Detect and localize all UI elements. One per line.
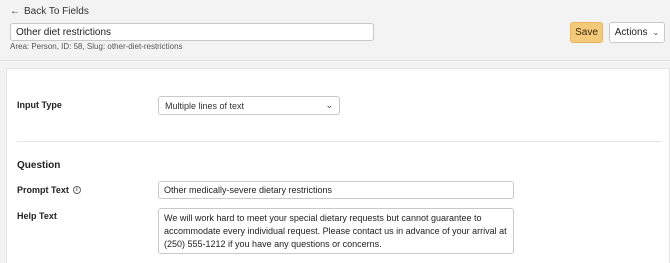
info-icon[interactable]: i xyxy=(72,186,81,194)
help-text-label: Help Text xyxy=(17,211,57,221)
save-button[interactable]: Save xyxy=(570,22,603,43)
field-settings-card: Input Type Multiple lines of text ⌄ Ques… xyxy=(6,68,670,263)
input-type-value: Multiple lines of text xyxy=(165,100,245,111)
help-text-label-text: Help Text xyxy=(17,211,57,221)
section-divider xyxy=(17,141,662,142)
back-link-label: Back To Fields xyxy=(24,6,89,17)
arrow-left-icon: ← xyxy=(10,5,20,17)
help-text-textarea[interactable]: We will work hard to meet your special d… xyxy=(158,208,514,254)
prompt-text-input[interactable] xyxy=(158,181,514,199)
input-type-label: Input Type xyxy=(17,100,62,110)
question-heading: Question xyxy=(17,160,61,171)
chevron-down-icon: ⌄ xyxy=(652,28,660,37)
field-meta: Area: Person, ID: 58, Slug: other-diet-r… xyxy=(10,42,183,51)
actions-label: Actions xyxy=(614,27,648,38)
prompt-text-label: Prompt Text i xyxy=(17,185,81,195)
actions-button[interactable]: Actions ⌄ xyxy=(609,22,665,43)
input-type-select[interactable]: Multiple lines of text ⌄ xyxy=(158,96,340,115)
prompt-text-label-text: Prompt Text xyxy=(17,185,69,195)
chevron-down-icon: ⌄ xyxy=(325,100,333,110)
top-bar: ← Back To Fields Area: Person, ID: 58, S… xyxy=(0,0,670,60)
input-type-label-text: Input Type xyxy=(17,100,62,110)
back-to-fields-link[interactable]: ← Back To Fields xyxy=(10,6,89,17)
header-divider xyxy=(0,60,670,61)
field-name-input[interactable] xyxy=(10,23,374,41)
